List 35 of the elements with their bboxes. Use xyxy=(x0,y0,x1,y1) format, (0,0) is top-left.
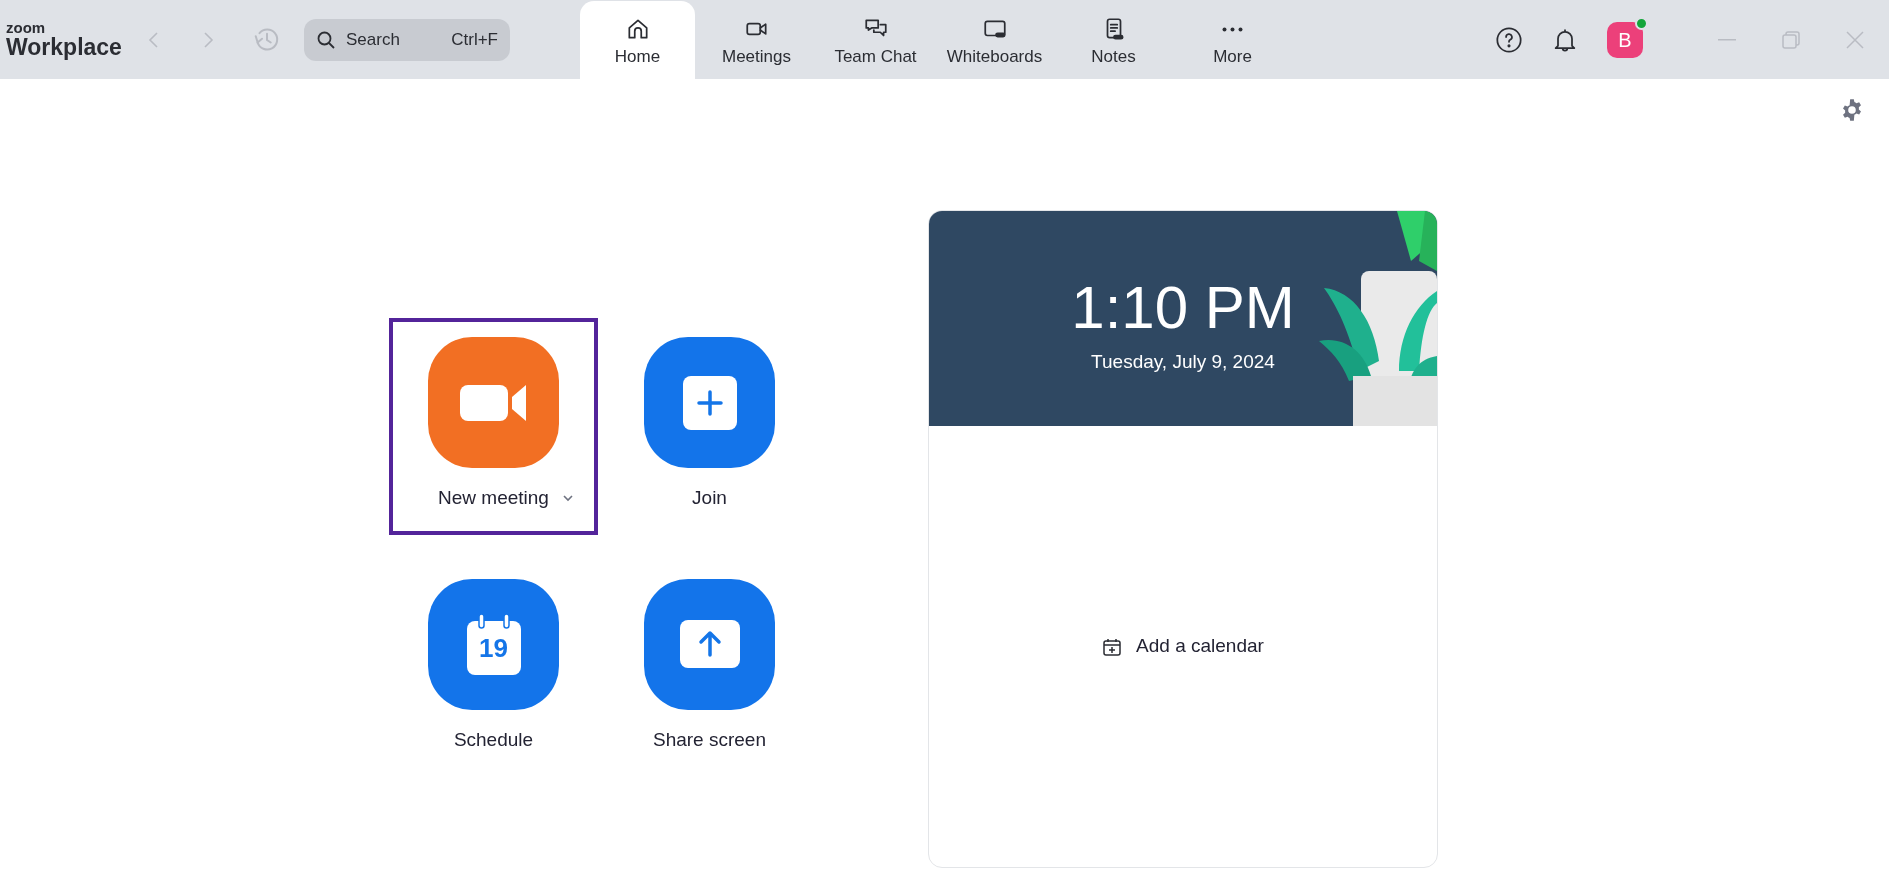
new-meeting-button[interactable] xyxy=(428,337,559,468)
plus-icon xyxy=(682,375,737,430)
help-icon xyxy=(1495,25,1523,54)
share-button[interactable] xyxy=(644,578,775,710)
add-calendar-link[interactable]: Add a calendar xyxy=(1102,632,1264,661)
calendar-icon xyxy=(466,613,521,675)
nav-tab[interactable]: Notes xyxy=(1056,1,1171,79)
clock-date: Tuesday, July 9, 2024 xyxy=(1091,350,1275,375)
logo-brand: zoom xyxy=(6,20,47,35)
calendar-add-icon xyxy=(1102,636,1123,657)
search-field[interactable]: Search Ctrl+F xyxy=(304,18,510,61)
nav-tab[interactable]: More xyxy=(1175,1,1290,79)
logo-product: Workplace xyxy=(6,36,123,59)
action-label: Share screen xyxy=(653,727,766,752)
search-input[interactable]: Search xyxy=(346,26,426,53)
join-button[interactable] xyxy=(644,337,775,468)
minimize-icon xyxy=(1718,38,1736,41)
clock-time: 1:10 PM xyxy=(1071,278,1295,339)
more-dots-icon xyxy=(1222,26,1243,32)
action-label: New meeting xyxy=(438,486,549,510)
nav-tab[interactable]: Whiteboards xyxy=(937,1,1052,79)
search-icon xyxy=(316,29,336,50)
calendar-day: 19 xyxy=(479,635,508,661)
chevron-down-icon[interactable] xyxy=(562,494,573,502)
close-icon xyxy=(1846,30,1864,49)
nav-tab[interactable]: Home xyxy=(580,1,695,79)
action-label: Schedule xyxy=(453,727,534,752)
action-label: Join xyxy=(692,486,727,510)
nav-tab[interactable]: Meetings xyxy=(699,1,814,79)
nav-tab[interactable]: Team Chat xyxy=(818,1,933,79)
shortcut-hint: Ctrl+F xyxy=(451,28,498,51)
schedule-button[interactable]: 19 xyxy=(428,578,559,710)
help-button[interactable] xyxy=(1495,25,1523,54)
video-camera-icon xyxy=(459,382,528,423)
restore-icon xyxy=(1781,29,1801,50)
